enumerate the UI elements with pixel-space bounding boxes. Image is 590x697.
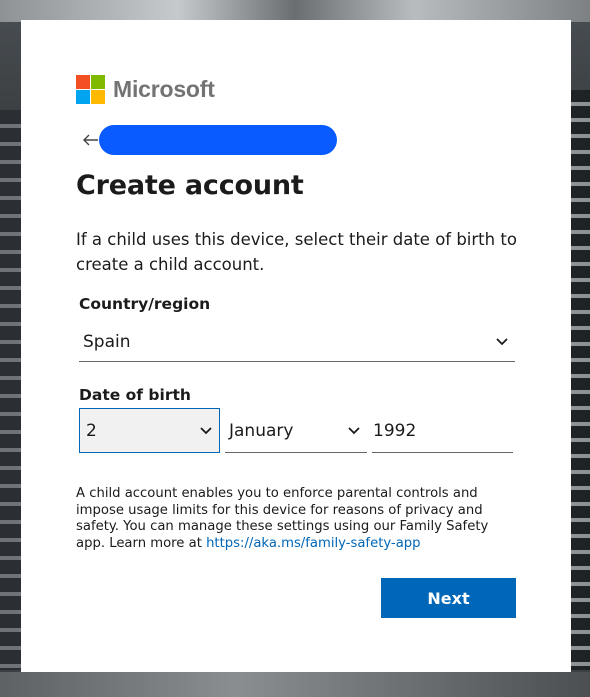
logo-square-red — [76, 75, 90, 89]
chevron-down-icon — [199, 424, 213, 438]
birth-day-select[interactable]: 2 — [79, 408, 220, 453]
birth-day-value: 2 — [86, 420, 97, 441]
page-title: Create account — [76, 170, 304, 201]
country-value: Spain — [83, 332, 131, 352]
chevron-down-icon — [347, 424, 361, 438]
background-left — [0, 110, 22, 670]
identity-row — [81, 125, 337, 155]
chevron-down-icon — [495, 335, 509, 349]
page-description: If a child uses this device, select thei… — [76, 230, 517, 274]
birth-year-input[interactable]: 1992 — [372, 410, 513, 453]
birth-month-value: January — [229, 421, 294, 441]
dob-label: Date of birth — [79, 386, 191, 404]
logo-square-yellow — [91, 90, 105, 104]
logo-wordmark: Microsoft — [113, 76, 215, 102]
background-bottom — [0, 672, 590, 697]
birth-month-select[interactable]: January — [225, 410, 367, 453]
country-label: Country/region — [79, 295, 211, 313]
logo-square-green — [91, 75, 105, 89]
background-right — [570, 90, 590, 670]
back-arrow-icon[interactable] — [81, 130, 101, 150]
family-safety-link[interactable]: https://aka.ms/family-safety-app — [206, 536, 420, 551]
country-select[interactable]: Spain — [79, 323, 515, 362]
signup-dialog: Microsoft Create account If a child uses… — [21, 20, 571, 672]
microsoft-squares-icon — [76, 75, 105, 104]
identity-redacted — [99, 125, 337, 155]
background-top — [0, 0, 590, 22]
next-button[interactable]: Next — [381, 578, 516, 618]
child-account-info: A child account enables you to enforce p… — [76, 486, 496, 552]
logo-square-blue — [76, 90, 90, 104]
microsoft-logo: Microsoft — [76, 75, 215, 104]
